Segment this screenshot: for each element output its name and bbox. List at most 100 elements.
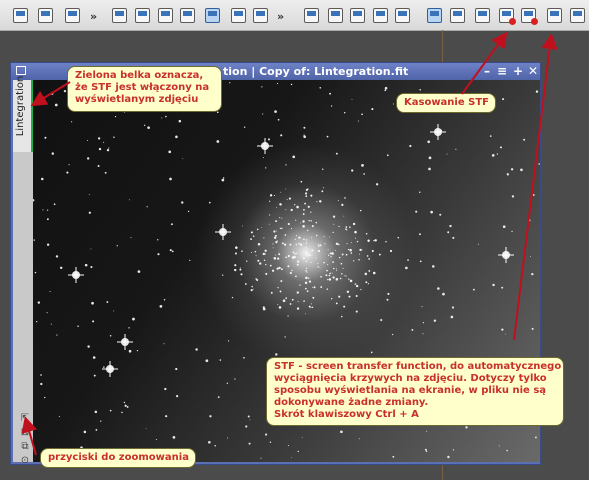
view-icon[interactable] [13,8,28,23]
field-star [415,210,418,213]
field-star [449,224,452,228]
preview-edit-icon[interactable] [135,8,150,23]
field-star [384,86,388,90]
preview-new-icon[interactable] [112,8,127,23]
cluster-star [338,225,340,228]
field-star [208,201,211,204]
field-star [227,437,229,439]
field-star [439,213,442,216]
mask-show-icon[interactable] [253,8,268,23]
field-star [165,115,167,118]
cluster-star [332,261,334,263]
field-star [335,152,338,155]
mask-icon[interactable] [231,8,246,23]
cluster-star [239,268,242,271]
minimize-button[interactable]: – [480,64,494,78]
shade-button[interactable]: ≡ [495,64,509,78]
cluster-star [294,238,296,240]
view-tab[interactable]: Lintegration [13,76,33,152]
field-star [284,336,286,338]
field-star [137,270,141,273]
zoom-center-button[interactable]: ⊙ [19,455,31,467]
layout-icon[interactable] [304,8,319,23]
maximize-button[interactable]: + [511,64,525,78]
zoom-fit-button[interactable]: ⇱ [19,413,31,425]
layout-5-icon[interactable] [395,8,410,23]
field-star [358,258,360,261]
cluster-star [298,242,301,245]
cluster-star [269,200,271,202]
cluster-star [315,257,317,259]
stf-delete-icon[interactable] [521,8,538,25]
layout-3-icon[interactable] [350,8,365,23]
field-star [50,92,54,95]
field-star [56,334,58,336]
field-star [88,211,91,214]
cluster-star [305,260,308,263]
field-star [411,328,414,331]
field-star [409,144,412,148]
stf-link-icon[interactable] [475,8,490,23]
field-star [36,320,38,323]
cluster-star [283,243,287,246]
cluster-star [264,249,267,252]
stf-settings-icon[interactable] [547,8,562,23]
cluster-star [332,231,334,233]
stf-reset-icon[interactable] [499,8,516,25]
close-button[interactable]: ✕ [526,64,540,78]
cluster-star [292,251,295,254]
cluster-star [300,222,302,224]
field-star [92,356,96,359]
zoom-window-icon[interactable] [205,8,220,23]
cluster-star [304,202,306,205]
preview-dynamic-icon[interactable] [158,8,173,23]
cluster-star [310,307,312,309]
field-star [42,209,44,211]
cluster-star [308,305,311,308]
field-star [90,265,93,269]
stf-options-icon[interactable] [570,8,585,23]
field-star [419,260,422,263]
window-icon[interactable] [65,8,80,23]
cluster-star [299,284,301,286]
cluster-star [296,205,299,209]
stf-display-icon[interactable] [427,8,442,23]
cluster-star [310,220,312,222]
callout-line: że STF jest włączony na [75,82,210,93]
preview-delete-icon[interactable] [180,8,195,23]
zoom-one-to-one-button[interactable]: ⊠ [19,427,31,439]
field-star [114,115,117,118]
cluster-star [321,190,324,193]
cluster-star [327,278,329,281]
field-star [287,315,289,317]
cluster-star [239,267,241,269]
layout-2-icon[interactable] [328,8,343,23]
field-star [227,340,230,342]
cluster-star [329,252,332,255]
callout-stf-reset: Kasowanie STF [396,93,496,113]
cluster-star [349,248,352,252]
field-star [305,313,307,315]
cluster-star [275,206,277,208]
toolbar-overflow-icon-2[interactable]: » [277,10,284,23]
field-star [355,310,358,313]
stf-auto-icon[interactable] [450,8,465,23]
cluster-star [353,260,355,262]
cluster-star [276,240,278,242]
cluster-star [310,303,312,305]
cluster-star [360,288,362,291]
cluster-star [273,194,275,197]
field-star [265,433,268,436]
layout-4-icon[interactable] [373,8,388,23]
zoom-fit-icon[interactable] [38,8,53,23]
field-star [178,119,182,123]
field-star [506,173,509,176]
cluster-star [368,258,370,259]
field-star [86,157,90,160]
cluster-star [251,285,253,288]
toolbar-overflow-icon[interactable]: » [90,10,97,23]
field-star [269,441,272,444]
cluster-star [273,257,277,260]
zoom-window-button[interactable]: ⧉ [19,441,31,453]
field-star [50,323,52,325]
